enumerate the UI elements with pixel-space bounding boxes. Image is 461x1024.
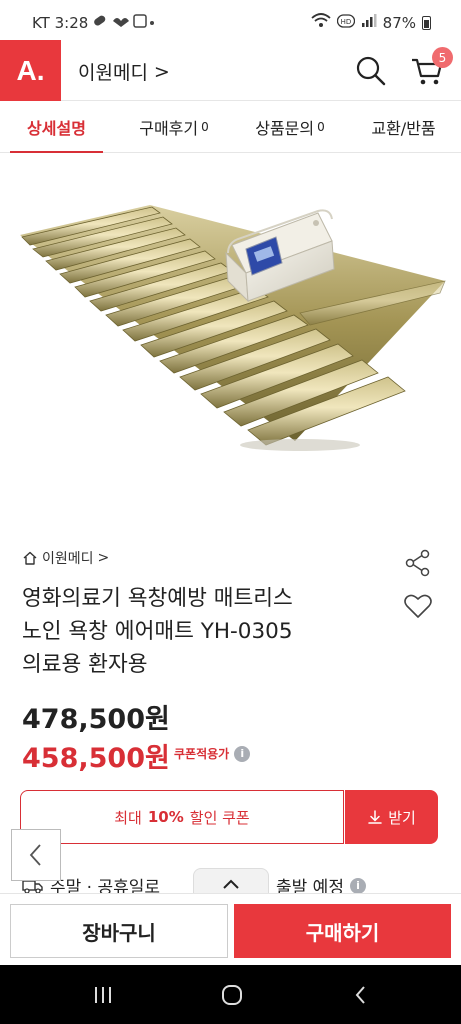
shop-name-link[interactable]: 이원메디 > bbox=[78, 58, 170, 85]
coupon-download-label: 받기 bbox=[388, 808, 416, 827]
battery-percent: 87% bbox=[382, 13, 416, 32]
share-button[interactable] bbox=[404, 549, 432, 577]
original-price: 478,500원 bbox=[22, 704, 170, 735]
coupon-rate: 10% bbox=[147, 808, 184, 826]
tab-qna[interactable]: 상품문의 0 bbox=[240, 101, 340, 153]
svg-text:HD: HD bbox=[340, 18, 351, 26]
coupon-price-note: 쿠폰적용가 i bbox=[174, 745, 251, 762]
coupon-banner[interactable]: 최대 10% 할인 쿠폰 bbox=[20, 790, 344, 844]
coupon-download-button[interactable]: 받기 bbox=[345, 790, 438, 844]
logo[interactable]: A. bbox=[0, 40, 61, 101]
chevron-up-icon bbox=[223, 879, 239, 889]
coupon-price: 458,500원 bbox=[22, 743, 170, 774]
info-icon[interactable]: i bbox=[234, 745, 251, 762]
app-header: A. 이원메디 > 5 bbox=[0, 40, 461, 101]
tab-exchange-return[interactable]: 교환/반품 bbox=[356, 101, 451, 153]
breadcrumb-chevron: > bbox=[97, 550, 110, 566]
back-button[interactable] bbox=[346, 981, 376, 1009]
product-title-line: 영화의료기 욕창예방 매트리스 bbox=[22, 586, 293, 611]
home-icon bbox=[23, 551, 37, 565]
wifi-icon bbox=[311, 13, 331, 32]
recent-apps-icon bbox=[95, 987, 111, 1003]
home-button[interactable] bbox=[217, 981, 247, 1009]
chevron-left-icon bbox=[29, 844, 41, 866]
product-title-line: 의료용 환자용 bbox=[22, 652, 148, 677]
notification-icons bbox=[94, 13, 155, 33]
product-title-line: 노인 욕창 에어매트 YH-0305 bbox=[22, 619, 293, 644]
tab-count: 0 bbox=[317, 120, 325, 134]
buy-now-button[interactable]: 구매하기 bbox=[234, 904, 451, 958]
tab-bar: 상세설명 구매후기 0 상품문의 0 교환/반품 bbox=[0, 101, 461, 154]
search-button[interactable] bbox=[354, 54, 388, 88]
search-icon bbox=[356, 56, 386, 86]
hd-icon: HD bbox=[336, 13, 355, 32]
shop-chevron: > bbox=[153, 60, 170, 83]
tab-reviews[interactable]: 구매후기 0 bbox=[124, 101, 224, 153]
share-icon bbox=[405, 549, 430, 577]
heart-icon bbox=[404, 594, 432, 618]
tab-count: 0 bbox=[201, 120, 209, 134]
coupon-note-label: 쿠폰적용가 bbox=[174, 747, 230, 761]
product-image[interactable] bbox=[0, 153, 461, 533]
back-icon bbox=[355, 986, 365, 1004]
tab-label: 상세설명 bbox=[27, 119, 86, 138]
product-title: 영화의료기 욕창예방 매트리스 노인 욕창 에어매트 YH-0305 의료용 환… bbox=[22, 582, 392, 681]
system-nav-bar bbox=[0, 965, 461, 1024]
home-circle-icon bbox=[222, 985, 242, 1005]
shop-name: 이원메디 bbox=[78, 62, 148, 84]
breadcrumb-shop: 이원메디 bbox=[42, 551, 94, 567]
floating-back-button[interactable] bbox=[11, 829, 61, 881]
battery-icon bbox=[422, 15, 431, 30]
tab-label: 교환/반품 bbox=[371, 119, 436, 138]
add-to-cart-button[interactable]: 장바구니 bbox=[10, 904, 228, 958]
coupon-prefix: 최대 bbox=[114, 808, 142, 827]
tab-label: 상품문의 bbox=[255, 119, 315, 138]
recent-apps-button[interactable] bbox=[88, 981, 118, 1009]
carrier-time: KT 3:28 bbox=[32, 14, 89, 32]
bottom-action-bar: 장바구니 구매하기 bbox=[0, 893, 461, 965]
wishlist-button[interactable] bbox=[403, 592, 433, 620]
info-icon[interactable]: i bbox=[349, 877, 366, 894]
signal-icon bbox=[361, 13, 377, 32]
cart-count-badge: 5 bbox=[432, 47, 453, 68]
download-icon bbox=[368, 810, 382, 824]
tab-details[interactable]: 상세설명 bbox=[10, 101, 103, 154]
status-bar: KT 3:28 HD 87% bbox=[0, 0, 461, 44]
coupon-suffix: 할인 쿠폰 bbox=[189, 808, 250, 827]
breadcrumb[interactable]: 이원메디 > bbox=[22, 548, 109, 568]
tab-label: 구매후기 bbox=[139, 119, 199, 138]
